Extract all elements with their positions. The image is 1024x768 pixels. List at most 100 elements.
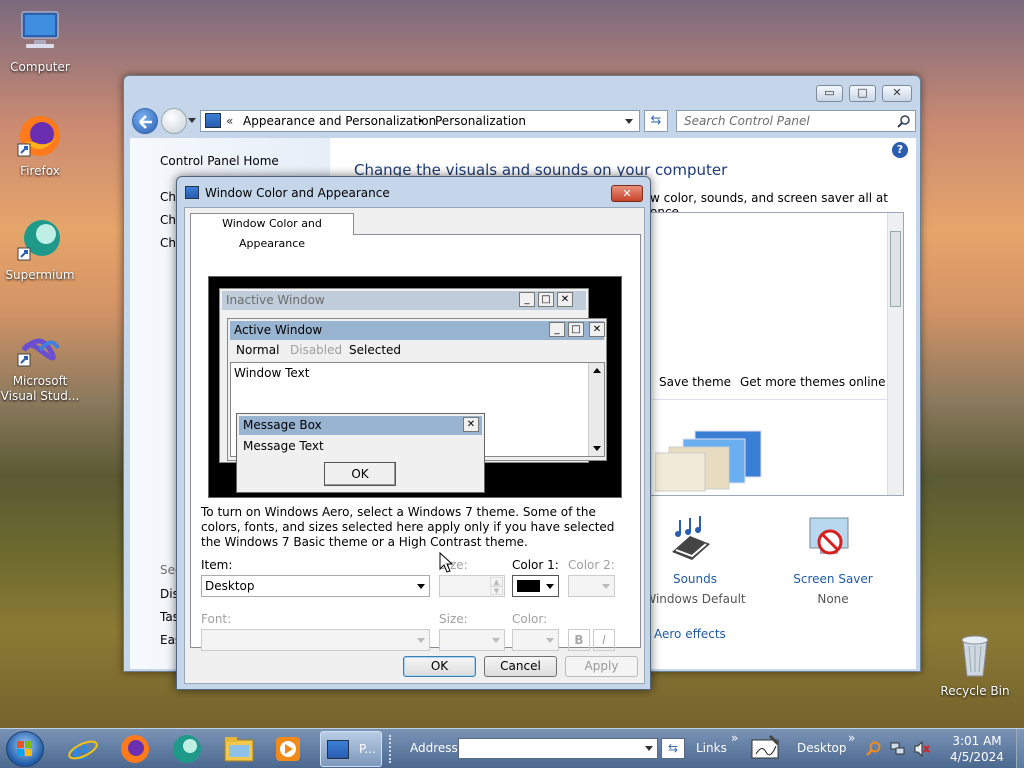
preview-menu-normal: Normal bbox=[236, 343, 280, 357]
desktop-icon-supermium[interactable]: Supermium bbox=[0, 216, 80, 282]
font-color-picker[interactable] bbox=[512, 629, 559, 651]
refresh-icon: ⇆ bbox=[650, 113, 662, 128]
supermium-icon bbox=[16, 216, 64, 264]
appearance-preview[interactable]: Inactive Window _ □ ✕ Active Window _ □ … bbox=[208, 276, 622, 498]
preview-menu-selected: Selected bbox=[349, 343, 402, 357]
back-button[interactable] bbox=[132, 108, 158, 134]
dialog-close-button[interactable]: ✕ bbox=[611, 185, 643, 202]
aero-effects-link[interactable]: Aero effects bbox=[654, 627, 726, 641]
chevron-down-icon[interactable] bbox=[645, 746, 653, 751]
refresh-button[interactable]: ⇆ bbox=[644, 110, 668, 132]
desktop-icon-label: Supermium bbox=[5, 268, 75, 282]
firefox-icon bbox=[16, 112, 64, 160]
theme-thumbnail-icon[interactable] bbox=[654, 423, 765, 493]
theme-list-scrollbar[interactable] bbox=[887, 213, 903, 495]
breadcrumb-separator[interactable]: ▸ bbox=[419, 111, 424, 131]
message-box-text: Message Text bbox=[243, 439, 324, 453]
internet-explorer-icon[interactable]: e bbox=[66, 733, 100, 766]
spin-down-icon[interactable]: ▼ bbox=[490, 586, 503, 595]
network-tray-icon[interactable] bbox=[890, 741, 906, 757]
signature-pad-icon[interactable] bbox=[748, 732, 782, 764]
message-box-ok: OK bbox=[324, 462, 396, 486]
get-more-themes-link[interactable]: Get more themes online bbox=[740, 375, 886, 389]
volume-muted-icon[interactable] bbox=[914, 740, 930, 758]
sounds-icon[interactable] bbox=[666, 514, 716, 564]
desktop-icon-label: Recycle Bin bbox=[940, 684, 1010, 698]
color1-picker[interactable] bbox=[512, 575, 559, 597]
maximize-icon: □ bbox=[568, 322, 584, 337]
close-icon: ✕ bbox=[463, 417, 479, 432]
file-explorer-icon[interactable] bbox=[222, 733, 256, 765]
minimize-icon: ▭ bbox=[824, 86, 835, 99]
address-bar[interactable]: « Appearance and Personalization ▸ Perso… bbox=[200, 110, 640, 132]
supermium-taskbar-icon[interactable] bbox=[170, 733, 204, 765]
screen-saver-icon[interactable] bbox=[806, 514, 852, 562]
toolbar-grip[interactable] bbox=[389, 735, 393, 763]
screen-saver-link[interactable]: Screen Saver bbox=[778, 572, 888, 586]
tab-window-color[interactable]: Window Color and Appearance bbox=[190, 213, 354, 250]
minimize-button[interactable]: ▭ bbox=[816, 85, 843, 102]
start-button[interactable] bbox=[6, 731, 44, 767]
window-color-dialog: Window Color and Appearance ✕ Window Col… bbox=[176, 176, 651, 690]
item-select[interactable]: Desktop bbox=[201, 575, 430, 597]
desktop-icon-recycle-bin[interactable]: Recycle Bin bbox=[935, 632, 1015, 698]
clock[interactable]: 3:01 AM 4/5/2024 bbox=[940, 733, 1014, 765]
color2-label: Color 2: bbox=[568, 558, 615, 572]
close-icon: ✕ bbox=[589, 322, 605, 337]
spin-up-icon[interactable]: ▲ bbox=[490, 577, 503, 586]
breadcrumb-overflow[interactable]: « bbox=[226, 111, 233, 131]
cancel-button[interactable]: Cancel bbox=[484, 656, 557, 677]
taskbar-address-input[interactable] bbox=[458, 738, 658, 759]
show-desktop-button[interactable] bbox=[1016, 729, 1024, 768]
maximize-button[interactable]: □ bbox=[849, 85, 876, 102]
ok-button[interactable]: OK bbox=[403, 656, 476, 677]
forward-button[interactable] bbox=[161, 108, 187, 134]
task-label: P... bbox=[359, 742, 376, 756]
breadcrumb-personalization[interactable]: Personalization bbox=[435, 111, 526, 131]
chevron-down-icon bbox=[417, 638, 425, 643]
item-select-value: Desktop bbox=[205, 579, 255, 593]
font-size-select[interactable] bbox=[439, 629, 505, 651]
bold-button[interactable]: B bbox=[568, 629, 590, 651]
close-icon: ✕ bbox=[557, 292, 573, 307]
desktop-icon-computer[interactable]: Computer bbox=[0, 8, 80, 74]
close-icon: ✕ bbox=[622, 187, 632, 200]
taskbar-task-personalization[interactable]: P... bbox=[320, 731, 382, 767]
save-theme-link[interactable]: Save theme bbox=[659, 375, 731, 389]
help-icon[interactable]: ? bbox=[892, 142, 908, 158]
theme-list[interactable]: Save theme Get more themes online bbox=[650, 212, 904, 496]
tab-panel: Inactive Window _ □ ✕ Active Window _ □ … bbox=[190, 234, 641, 651]
visual-studio-icon bbox=[16, 332, 64, 370]
apply-button[interactable]: Apply bbox=[565, 656, 638, 677]
search-tray-icon[interactable] bbox=[866, 741, 882, 757]
control-panel-home-link[interactable]: Control Panel Home bbox=[160, 154, 279, 168]
close-button[interactable]: ✕ bbox=[882, 85, 912, 102]
links-overflow-chevron-icon[interactable]: » bbox=[731, 731, 738, 745]
desktop-icon-visual-studio[interactable]: Microsoft Visual Stud... bbox=[0, 332, 80, 404]
font-color-label: Color: bbox=[512, 612, 548, 626]
task-link[interactable]: Ch bbox=[160, 213, 176, 227]
firefox-taskbar-icon[interactable] bbox=[118, 733, 152, 765]
aero-info-text: To turn on Windows Aero, select a Window… bbox=[201, 505, 615, 549]
sounds-link[interactable]: Sounds bbox=[640, 572, 750, 586]
media-player-icon[interactable] bbox=[271, 733, 305, 765]
minimize-icon: _ bbox=[549, 322, 565, 337]
taskbar-go-button[interactable]: ⇆ bbox=[661, 738, 685, 759]
color2-picker[interactable] bbox=[568, 575, 615, 597]
task-link[interactable]: Ch bbox=[160, 236, 176, 250]
recent-pages-dropdown[interactable] bbox=[188, 118, 196, 123]
desktop-icon-firefox[interactable]: Firefox bbox=[0, 112, 80, 178]
address-dropdown-icon[interactable] bbox=[625, 119, 633, 124]
item-size-spinner[interactable]: ▲ ▼ bbox=[439, 575, 505, 597]
preview-window-text: Window Text bbox=[234, 366, 310, 380]
chevron-down-icon bbox=[417, 584, 425, 589]
desktop-overflow-chevron-icon[interactable]: » bbox=[848, 731, 855, 745]
search-input[interactable]: Search Control Panel bbox=[676, 110, 916, 132]
maximize-icon: □ bbox=[538, 292, 554, 307]
scrollbar-thumb[interactable] bbox=[890, 231, 901, 307]
breadcrumb-appearance[interactable]: Appearance and Personalization bbox=[243, 111, 436, 131]
task-link[interactable]: Ch bbox=[160, 190, 176, 204]
font-select[interactable] bbox=[201, 629, 430, 651]
address-toolbar-label: Address bbox=[410, 741, 458, 755]
italic-button[interactable]: I bbox=[593, 629, 615, 651]
